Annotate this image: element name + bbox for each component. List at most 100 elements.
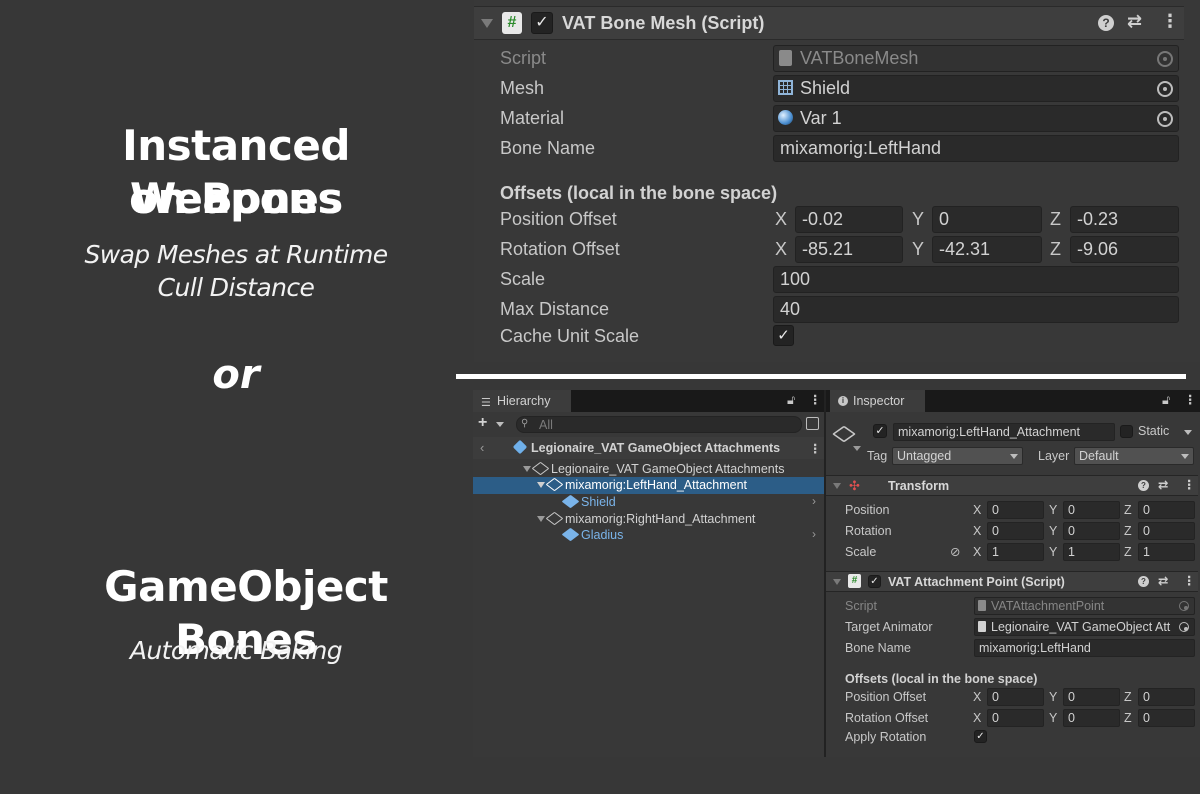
position-x-field[interactable]: 0 xyxy=(987,501,1044,519)
cache-unit-scale-checkbox[interactable]: ✓ xyxy=(773,325,794,346)
rotation-offset-label: Rotation Offset xyxy=(500,239,620,259)
static-checkbox[interactable] xyxy=(1120,425,1133,438)
material-field[interactable]: Var 1 xyxy=(773,105,1179,132)
attachment-position-x-field[interactable]: 0 xyxy=(987,688,1044,706)
rotation-offset-x-field[interactable]: -85.21 xyxy=(795,236,903,263)
position-offset-z-label: Z xyxy=(1050,209,1061,229)
object-picker-icon[interactable] xyxy=(1157,51,1173,67)
presets-icon[interactable]: ⇄ xyxy=(1158,573,1168,588)
attachment-enabled-checkbox[interactable]: ✓ xyxy=(868,575,881,588)
attachment-rotation-y-field[interactable]: 0 xyxy=(1063,709,1120,727)
add-icon[interactable]: + xyxy=(478,414,487,432)
attachment-rotation-x-field[interactable]: 0 xyxy=(987,709,1044,727)
rotation-offset-z-field[interactable]: -9.06 xyxy=(1070,236,1179,263)
mesh-field[interactable]: Shield xyxy=(773,75,1179,102)
hierarchy-item-gladius[interactable]: Gladius xyxy=(473,527,824,544)
axis-x-label: X xyxy=(973,711,982,725)
rotation-z-field[interactable]: 0 xyxy=(1138,522,1195,540)
apply-rotation-checkbox[interactable]: ✓ xyxy=(974,730,987,743)
object-picker-icon[interactable] xyxy=(1179,622,1189,632)
constrain-proportions-icon[interactable]: ⊘ xyxy=(950,544,960,559)
bone-name-label: Bone Name xyxy=(500,138,596,158)
chevron-right-icon[interactable]: › xyxy=(812,527,816,541)
kebab-menu-icon[interactable]: ⋮ xyxy=(809,392,822,407)
hierarchy-item-lefthand[interactable]: mixamorig:LeftHand_Attachment xyxy=(473,477,824,494)
help-icon[interactable]: ? xyxy=(1138,480,1149,491)
object-picker-icon[interactable] xyxy=(1179,601,1189,611)
chevron-right-icon[interactable]: › xyxy=(812,494,816,508)
script-file-icon xyxy=(978,600,986,611)
scale-y-field[interactable]: 1 xyxy=(1063,543,1120,561)
active-checkbox[interactable]: ✓ xyxy=(873,424,887,438)
lock-icon[interactable]: 🔓︎ xyxy=(787,393,795,408)
hierarchy-item-shield[interactable]: Shield xyxy=(473,494,824,511)
position-offset-y-field[interactable]: 0 xyxy=(932,206,1042,233)
transform-foldout-icon[interactable] xyxy=(833,483,841,489)
kebab-menu-icon[interactable]: ⋮ xyxy=(1161,11,1179,32)
attachment-position-offset-label: Position Offset xyxy=(845,690,927,704)
back-chevron-icon[interactable]: ‹ xyxy=(480,440,484,455)
hierarchy-search-input[interactable]: All xyxy=(516,416,802,433)
attachment-bone-name-field[interactable]: mixamorig:LeftHand xyxy=(974,639,1195,657)
cache-unit-scale-label: Cache Unit Scale xyxy=(500,326,640,346)
layer-dropdown-arrow-icon xyxy=(1181,454,1189,459)
material-picker-icon[interactable] xyxy=(1157,111,1173,127)
hierarchy-item-righthand[interactable]: mixamorig:RightHand_Attachment xyxy=(473,511,824,528)
scene-search-icon[interactable] xyxy=(806,417,819,430)
tag-dropdown[interactable]: Untagged xyxy=(892,447,1023,465)
layer-dropdown[interactable]: Default xyxy=(1074,447,1194,465)
bone-name-field[interactable]: mixamorig:LeftHand xyxy=(773,135,1179,162)
attachment-script-field: VATAttachmentPoint xyxy=(974,597,1195,615)
tag-dropdown-arrow-icon xyxy=(1010,454,1018,459)
position-y-field[interactable]: 0 xyxy=(1063,501,1120,519)
help-icon[interactable]: ? xyxy=(1138,576,1149,587)
gameobject-icon xyxy=(531,461,550,476)
offsets-header: Offsets (local in the bone space) xyxy=(500,183,778,203)
scale-field[interactable]: 100 xyxy=(773,266,1179,293)
lock-icon[interactable]: 🔓︎ xyxy=(1162,393,1170,408)
static-label: Static xyxy=(1138,424,1170,438)
rotation-x-field[interactable]: 0 xyxy=(987,522,1044,540)
script-hash-icon: # xyxy=(502,12,522,34)
rotation-offset-y-label: Y xyxy=(912,239,925,259)
hierarchy-item-root[interactable]: Legionaire_VAT GameObject Attachments xyxy=(473,461,824,478)
kebab-menu-icon[interactable]: ⋮ xyxy=(1184,392,1197,407)
script-file-icon xyxy=(779,50,792,66)
attachment-position-y-field[interactable]: 0 xyxy=(1063,688,1120,706)
scale-z-field[interactable]: 1 xyxy=(1138,543,1195,561)
axis-z-label: Z xyxy=(1124,503,1132,517)
position-z-field[interactable]: 0 xyxy=(1138,501,1195,519)
object-name-input[interactable]: mixamorig:LeftHand_Attachment xyxy=(893,423,1115,441)
rotation-y-field[interactable]: 0 xyxy=(1063,522,1120,540)
foldout-arrow-icon[interactable] xyxy=(481,19,493,28)
target-animator-field[interactable]: Legionaire_VAT GameObject Att xyxy=(974,618,1195,636)
attachment-rotation-z-field[interactable]: 0 xyxy=(1138,709,1195,727)
position-offset-z-field[interactable]: -0.23 xyxy=(1070,206,1179,233)
attachment-foldout-icon[interactable] xyxy=(833,579,841,585)
presets-icon[interactable]: ⇄ xyxy=(1158,477,1168,492)
component-enabled-checkbox[interactable]: ✓ xyxy=(531,12,553,34)
section-divider xyxy=(456,374,1186,379)
hierarchy-list-icon: ☰ xyxy=(481,397,491,409)
target-animator-label: Target Animator xyxy=(845,620,933,634)
material-sphere-icon xyxy=(778,110,793,125)
help-icon[interactable]: ? xyxy=(1098,15,1114,31)
kebab-menu-icon[interactable]: ⋮ xyxy=(1183,573,1196,588)
icon-dropdown-arrow-icon[interactable] xyxy=(853,446,861,451)
search-icon: ⚲ xyxy=(521,418,529,429)
mesh-picker-icon[interactable] xyxy=(1157,81,1173,97)
attachment-position-z-field[interactable]: 0 xyxy=(1138,688,1195,706)
rotation-offset-y-field[interactable]: -42.31 xyxy=(932,236,1042,263)
gameobject-icon xyxy=(545,511,564,526)
scale-x-field[interactable]: 1 xyxy=(987,543,1044,561)
transform-axes-icon: ✣ xyxy=(849,478,860,493)
presets-icon[interactable]: ⇄ xyxy=(1127,11,1142,32)
position-offset-x-field[interactable]: -0.02 xyxy=(795,206,903,233)
add-dropdown-arrow-icon[interactable] xyxy=(496,422,504,427)
attachment-bone-name-label: Bone Name xyxy=(845,641,912,655)
scene-menu-icon[interactable]: ⋮ xyxy=(809,441,822,456)
max-distance-field[interactable]: 40 xyxy=(773,296,1179,323)
script-label: Script xyxy=(500,48,547,68)
static-dropdown-arrow-icon[interactable] xyxy=(1184,430,1192,435)
kebab-menu-icon[interactable]: ⋮ xyxy=(1183,477,1196,492)
